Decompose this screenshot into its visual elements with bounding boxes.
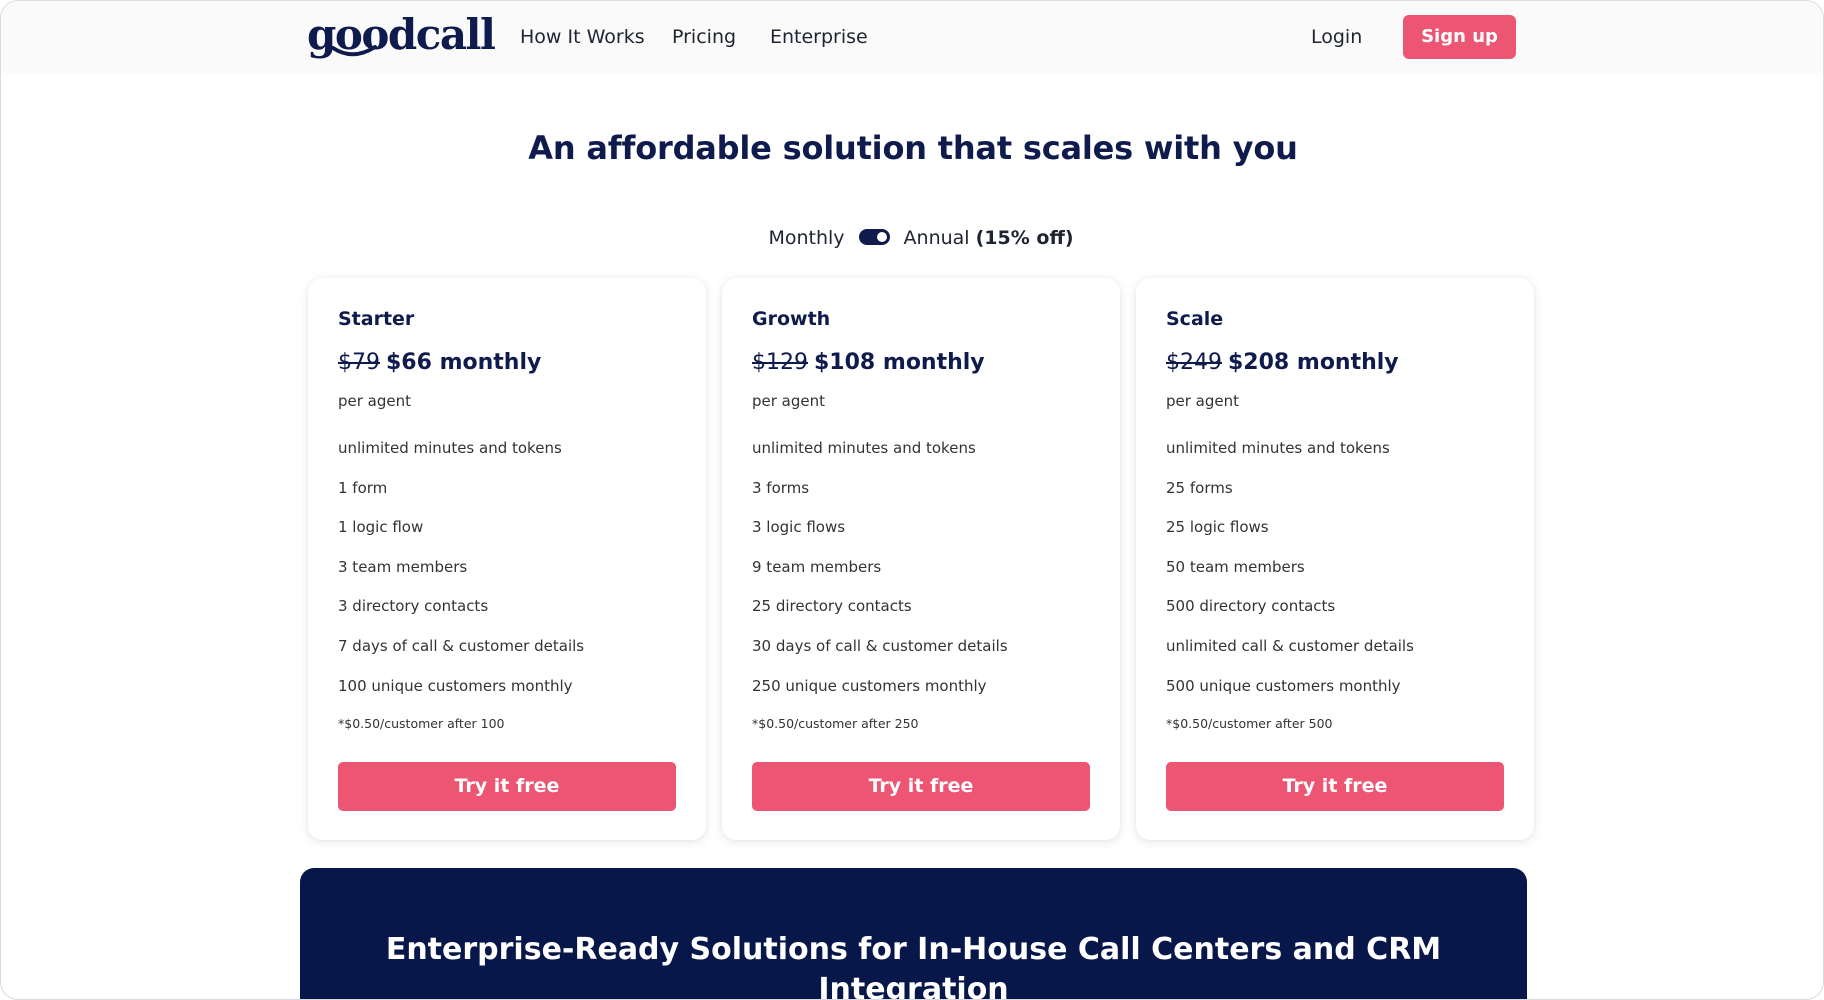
- feature-item: 3 logic flows: [752, 518, 846, 537]
- feature-item: 1 form: [338, 478, 388, 497]
- original-price: $129: [752, 350, 808, 375]
- billing-period-toggle: Monthly Annual (15% off): [1, 225, 1823, 251]
- feature-item: 25 forms: [1166, 478, 1233, 497]
- sign-up-button[interactable]: Sign up: [1403, 15, 1516, 59]
- site-header: goodcall How It Works Pricing Enterprise…: [1, 1, 1823, 73]
- plan-price: $79 $66 monthly: [338, 350, 541, 375]
- toggle-monthly-label[interactable]: Monthly: [768, 227, 844, 249]
- feature-item: 500 directory contacts: [1166, 597, 1336, 616]
- plan-price: $249 $208 monthly: [1166, 350, 1399, 375]
- feature-item: unlimited minutes and tokens: [1166, 439, 1390, 457]
- feature-item: 3 forms: [752, 478, 810, 497]
- feature-item: 50 team members: [1166, 557, 1305, 576]
- browser-viewport: goodcall How It Works Pricing Enterprise…: [0, 0, 1824, 1000]
- original-price: $249: [1166, 350, 1222, 375]
- discounted-price: $108 monthly: [814, 350, 985, 375]
- plan-name: Starter: [338, 308, 415, 330]
- plan-name: Scale: [1166, 308, 1224, 330]
- nav-how-it-works[interactable]: How It Works: [520, 25, 645, 49]
- logo-swoosh-icon: [331, 45, 377, 57]
- feature-item: 7 days of call & customer details: [338, 636, 585, 655]
- feature-list: unlimited minutes and tokens 1 form 1 lo…: [338, 428, 584, 705]
- feature-item: 30 days of call & customer details: [752, 636, 1008, 655]
- plan-name: Growth: [752, 308, 831, 330]
- original-price: $79: [338, 350, 380, 375]
- feature-item: 3 team members: [338, 557, 468, 576]
- enterprise-title: Enterprise-Ready Solutions for In-House …: [385, 932, 1442, 1000]
- page-headline: An affordable solution that scales with …: [528, 129, 1298, 167]
- nav-enterprise[interactable]: Enterprise: [770, 25, 868, 49]
- overage-footnote: *$0.50/customer after 100: [338, 716, 505, 731]
- feature-item: unlimited minutes and tokens: [752, 439, 976, 457]
- price-unit: per agent: [338, 392, 412, 410]
- feature-item: 1 logic flow: [338, 518, 424, 537]
- price-unit: per agent: [1166, 392, 1240, 410]
- toggle-annual-label[interactable]: Annual: [904, 227, 970, 249]
- feature-item: 250 unique customers monthly: [752, 676, 987, 695]
- feature-item: 100 unique customers monthly: [338, 676, 573, 695]
- feature-item: 500 unique customers monthly: [1166, 676, 1401, 695]
- feature-item: unlimited call & customer details: [1166, 636, 1414, 655]
- feature-item: 3 directory contacts: [338, 597, 489, 616]
- try-it-free-button-growth[interactable]: Try it free: [752, 762, 1090, 811]
- plan-card-growth: Growth $129 $108 monthly per agent unlimi…: [722, 278, 1120, 840]
- feature-list: unlimited minutes and tokens 3 forms 3 l…: [752, 428, 1008, 705]
- try-it-free-button-scale[interactable]: Try it free: [1166, 762, 1504, 811]
- discounted-price: $66 monthly: [386, 350, 542, 375]
- billing-toggle-switch[interactable]: [858, 228, 890, 245]
- login-link[interactable]: Login: [1311, 25, 1362, 49]
- feature-item: 25 logic flows: [1166, 518, 1269, 537]
- enterprise-banner: Enterprise-Ready Solutions for In-House …: [300, 868, 1527, 1000]
- overage-footnote: *$0.50/customer after 500: [1166, 716, 1333, 731]
- discounted-price: $208 monthly: [1228, 350, 1399, 375]
- annual-discount-label: (15% off): [975, 227, 1074, 249]
- feature-item: 25 directory contacts: [752, 597, 912, 616]
- feature-item: unlimited minutes and tokens: [338, 439, 562, 457]
- plan-card-starter: Starter $79 $66 monthly per agent unlimit…: [308, 278, 706, 840]
- plan-price: $129 $108 monthly: [752, 350, 985, 375]
- toggle-knob: [876, 231, 887, 242]
- plan-card-scale: Scale $249 $208 monthly per agent unlimit…: [1136, 278, 1534, 840]
- overage-footnote: *$0.50/customer after 250: [752, 716, 919, 731]
- try-it-free-button-starter[interactable]: Try it free: [338, 762, 676, 811]
- feature-list: unlimited minutes and tokens 25 forms 25…: [1166, 428, 1414, 705]
- price-unit: per agent: [752, 392, 826, 410]
- nav-pricing[interactable]: Pricing: [672, 25, 736, 49]
- feature-item: 9 team members: [752, 557, 882, 576]
